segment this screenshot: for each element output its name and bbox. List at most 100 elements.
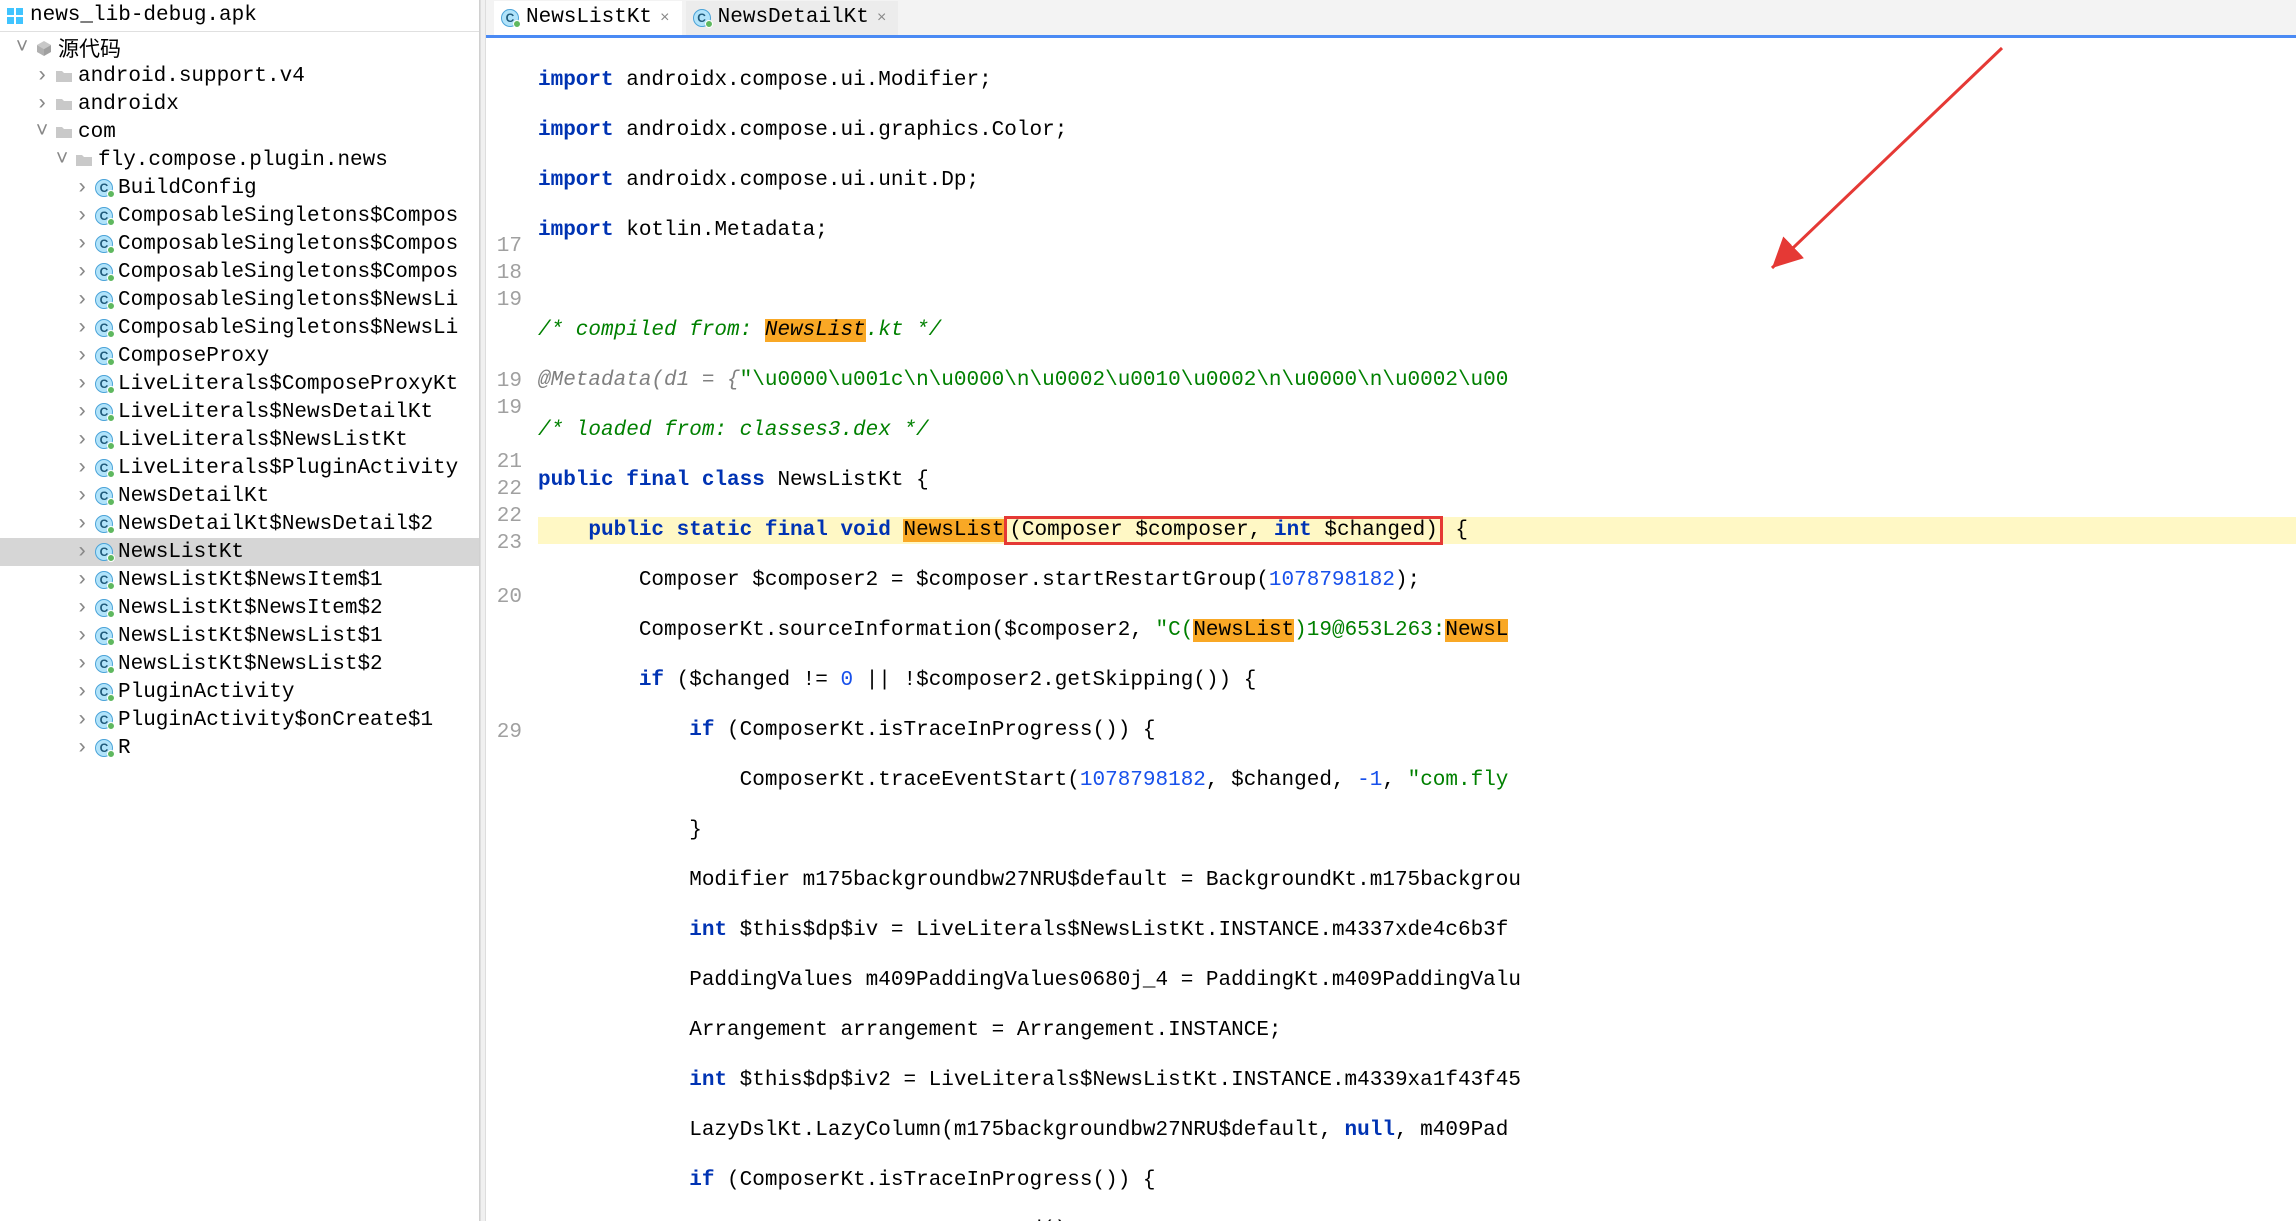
expand-toggle[interactable]: › — [74, 317, 90, 340]
class-icon: C — [94, 291, 114, 309]
tree-class-item[interactable]: ›CNewsListKt$NewsItem$1 — [0, 566, 479, 594]
gutter-line: 22 — [486, 503, 522, 530]
expand-toggle[interactable]: › — [74, 485, 90, 508]
tree-folder-android-support[interactable]: › android.support.v4 — [0, 62, 479, 90]
editor-tabs: C NewsListKt × C NewsDetailKt × — [486, 0, 2296, 38]
expand-toggle[interactable]: › — [74, 737, 90, 760]
tree-class-item[interactable]: ›CLiveLiterals$ComposeProxyKt — [0, 370, 479, 398]
close-icon[interactable]: × — [658, 9, 672, 27]
tree-class-item[interactable]: ›CNewsDetailKt$NewsDetail$2 — [0, 510, 479, 538]
expand-toggle[interactable]: › — [34, 93, 50, 116]
project-tree: ˅ 源代码 › android.support.v4 › androidx ˅ … — [0, 32, 479, 762]
tree-item-label: NewsListKt$NewsList$1 — [118, 625, 383, 648]
expand-toggle[interactable]: › — [74, 513, 90, 536]
tree-folder-fly-compose[interactable]: ˅ fly.compose.plugin.news — [0, 146, 479, 174]
folder-icon — [74, 151, 94, 169]
expand-toggle[interactable]: › — [34, 65, 50, 88]
tree-class-item[interactable]: ›CPluginActivity — [0, 678, 479, 706]
apk-file-header[interactable]: news_lib-debug.apk — [0, 0, 479, 32]
tree-class-item[interactable]: ›CLiveLiterals$NewsDetailKt — [0, 398, 479, 426]
folder-icon — [54, 67, 74, 85]
annotation-redbox: (Composer $composer, int $changed) — [1004, 516, 1443, 545]
class-icon: C — [94, 179, 114, 197]
expand-toggle[interactable]: › — [74, 597, 90, 620]
expand-toggle[interactable]: › — [74, 569, 90, 592]
tree-class-item[interactable]: ›CR — [0, 734, 479, 762]
class-icon: C — [94, 515, 114, 533]
tree-folder-com[interactable]: ˅ com — [0, 118, 479, 146]
tree-item-label: ComposableSingletons$NewsLi — [118, 289, 458, 312]
tree-class-item[interactable]: ›CNewsListKt — [0, 538, 479, 566]
tree-item-label: R — [118, 737, 131, 760]
tree-class-item[interactable]: ›CLiveLiterals$PluginActivity — [0, 454, 479, 482]
expand-toggle[interactable]: › — [74, 709, 90, 732]
tree-folder-androidx[interactable]: › androidx — [0, 90, 479, 118]
class-icon: C — [94, 207, 114, 225]
gutter-line — [486, 692, 522, 719]
tree-class-item[interactable]: ›CBuildConfig — [0, 174, 479, 202]
tree-class-item[interactable]: ›CComposableSingletons$Compos — [0, 202, 479, 230]
tree-class-item[interactable]: ›CLiveLiterals$NewsListKt — [0, 426, 479, 454]
tree-class-item[interactable]: ›CComposableSingletons$NewsLi — [0, 286, 479, 314]
tree-item-label: NewsListKt$NewsList$2 — [118, 653, 383, 676]
tab-newslistkt[interactable]: C NewsListKt × — [494, 1, 682, 35]
class-icon: C — [94, 711, 114, 729]
code-content[interactable]: import androidx.compose.ui.Modifier; imp… — [532, 38, 2296, 1221]
gutter-line — [486, 665, 522, 692]
tree-item-label: LiveLiterals$PluginActivity — [118, 457, 458, 480]
class-icon: C — [94, 459, 114, 477]
tree-root[interactable]: ˅ 源代码 — [0, 34, 479, 62]
gutter-line — [486, 44, 522, 71]
apk-file-name: news_lib-debug.apk — [30, 4, 257, 27]
expand-toggle[interactable]: › — [74, 289, 90, 312]
class-icon: C — [500, 9, 520, 27]
class-icon: C — [94, 235, 114, 253]
folder-icon — [54, 95, 74, 113]
expand-toggle[interactable]: › — [74, 177, 90, 200]
expand-toggle[interactable]: › — [74, 205, 90, 228]
tree-class-item[interactable]: ›CNewsDetailKt — [0, 482, 479, 510]
tree-class-item[interactable]: ›CNewsListKt$NewsList$1 — [0, 622, 479, 650]
expand-toggle[interactable]: ˅ — [14, 37, 30, 60]
class-icon: C — [94, 543, 114, 561]
class-icon: C — [94, 347, 114, 365]
expand-toggle[interactable]: › — [74, 261, 90, 284]
expand-toggle[interactable]: › — [74, 401, 90, 424]
tree-class-item[interactable]: ›CNewsListKt$NewsList$2 — [0, 650, 479, 678]
expand-toggle[interactable]: › — [74, 457, 90, 480]
tab-newsdetailkt[interactable]: C NewsDetailKt × — [686, 1, 899, 35]
tree-class-item[interactable]: ›CPluginActivity$onCreate$1 — [0, 706, 479, 734]
close-icon[interactable]: × — [875, 9, 889, 27]
tree-class-item[interactable]: ›CComposableSingletons$NewsLi — [0, 314, 479, 342]
expand-toggle[interactable]: › — [74, 373, 90, 396]
gutter-line: 17 — [486, 233, 522, 260]
expand-toggle[interactable]: ˅ — [34, 121, 50, 144]
class-icon: C — [94, 655, 114, 673]
expand-toggle[interactable]: › — [74, 541, 90, 564]
gutter-line — [486, 206, 522, 233]
root-label: 源代码 — [58, 33, 121, 63]
class-icon: C — [94, 375, 114, 393]
tree-class-item[interactable]: ›CComposableSingletons$Compos — [0, 258, 479, 286]
tree-item-label: LiveLiterals$ComposeProxyKt — [118, 373, 458, 396]
expand-toggle[interactable]: ˅ — [54, 149, 70, 172]
gutter-line: 21 — [486, 449, 522, 476]
tree-item-label: ComposableSingletons$Compos — [118, 205, 458, 228]
highlighted-line: public static final void NewsList(Compos… — [538, 517, 2296, 544]
class-icon: C — [94, 403, 114, 421]
gutter-line — [486, 746, 522, 773]
gutter-line: 20 — [486, 584, 522, 611]
expand-toggle[interactable]: › — [74, 429, 90, 452]
tree-class-item[interactable]: ›CComposeProxy — [0, 342, 479, 370]
tree-class-item[interactable]: ›CNewsListKt$NewsItem$2 — [0, 594, 479, 622]
gutter-line: 19 — [486, 287, 522, 314]
expand-toggle[interactable]: › — [74, 233, 90, 256]
expand-toggle[interactable]: › — [74, 625, 90, 648]
editor-area: C NewsListKt × C NewsDetailKt × 17181919… — [486, 0, 2296, 1221]
expand-toggle[interactable]: › — [74, 345, 90, 368]
expand-toggle[interactable]: › — [74, 681, 90, 704]
tree-class-item[interactable]: ›CComposableSingletons$Compos — [0, 230, 479, 258]
gutter-line — [486, 422, 522, 449]
expand-toggle[interactable]: › — [74, 653, 90, 676]
tree-item-label: NewsDetailKt — [118, 485, 269, 508]
